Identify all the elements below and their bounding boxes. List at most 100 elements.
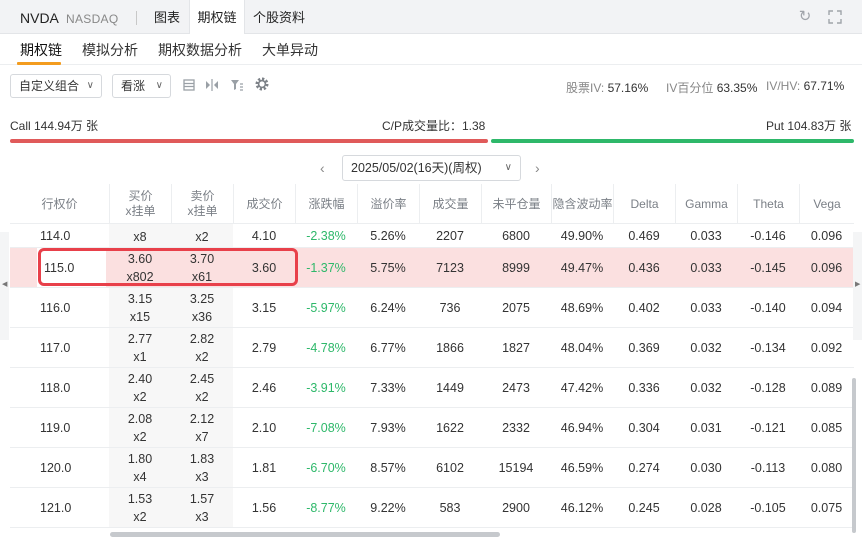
- table-header: 行权价 买价 x挂单 卖价 x挂单 成交价 涨跌幅 溢价率 成交量 未平仓量 隐含波…: [10, 184, 854, 224]
- refresh-icon[interactable]: ↻: [797, 9, 813, 25]
- gamma-cell: 0.030: [690, 460, 722, 475]
- change-cell: -6.70%: [306, 460, 346, 475]
- gamma-cell: 0.033: [690, 260, 722, 275]
- col-volume[interactable]: 成交量: [419, 184, 481, 224]
- vega-cell: 0.092: [810, 340, 843, 355]
- change-cell: -4.78%: [306, 340, 346, 355]
- table-row[interactable]: 118.0 2.40 x2 2.45 x2 2.46 -3.91% 7.33% 1449 2473…: [10, 368, 854, 408]
- sub-tabs: 期权链 模拟分析 期权数据分析 大单异动: [0, 34, 862, 65]
- volume-cell: 2207: [436, 228, 464, 243]
- delta-cell: 0.304: [628, 420, 660, 435]
- col-bid[interactable]: 买价 x挂单: [109, 184, 171, 224]
- divider: [136, 11, 137, 25]
- gear-icon[interactable]: [254, 76, 269, 91]
- fullscreen-icon[interactable]: [827, 9, 843, 25]
- volume-cell: 7123: [436, 260, 464, 275]
- expiry-select[interactable]: 2025/05/02(16天)(周权) ∨: [342, 155, 521, 181]
- vega-cell: 0.089: [810, 380, 843, 395]
- price-value: 1.83: [189, 451, 215, 466]
- col-delta[interactable]: Delta: [613, 184, 675, 224]
- list-icon[interactable]: [182, 78, 196, 92]
- iv-cell: 49.47%: [560, 260, 604, 275]
- tab-option-chain[interactable]: 期权链: [189, 0, 245, 34]
- triangle-right-icon: ▶: [855, 281, 861, 288]
- vega-cell: 0.085: [810, 420, 843, 435]
- table-row[interactable]: 119.0 2.08 x2 2.12 x7 2.10 -7.08% 7.93% 1622 2332…: [10, 408, 854, 448]
- next-expiry-arrow[interactable]: ›: [535, 160, 540, 176]
- open-interest-cell: 15194: [498, 460, 534, 475]
- size-value: x3: [195, 469, 209, 484]
- size-value: x36: [191, 309, 213, 324]
- table-row[interactable]: 121.0 1.53 x2 1.57 x3 1.56 -8.77% 9.22% 583 2900 4…: [10, 488, 854, 528]
- triangle-left-icon: ◀: [2, 281, 8, 288]
- change-cell: -1.37%: [306, 260, 346, 275]
- horizontal-scrollbar[interactable]: [110, 532, 500, 537]
- subtab-option-chain[interactable]: 期权链: [20, 40, 62, 60]
- price-value: 2.12: [189, 411, 215, 426]
- col-change[interactable]: 涨跌幅: [295, 184, 357, 224]
- ask-cell: 1.83 x3: [171, 448, 233, 487]
- size-value: x2: [195, 230, 209, 244]
- col-vega[interactable]: Vega: [799, 184, 854, 224]
- col-premium[interactable]: 溢价率: [357, 184, 419, 224]
- price-value: 3.15: [127, 291, 153, 306]
- table-row[interactable]: 116.0 3.15 x15 3.25 x36 3.15 -5.97% 6.24% 736 207…: [10, 288, 854, 328]
- iv-cell: 48.04%: [560, 340, 604, 355]
- strike-cell: 119.0: [40, 420, 71, 435]
- volume-cell: 1622: [436, 420, 464, 435]
- left-collapse-handle[interactable]: ◀: [0, 232, 9, 340]
- subtab-block-trades[interactable]: 大单异动: [262, 40, 318, 60]
- strike-cell: 118.0: [40, 380, 71, 395]
- open-interest-cell: 2900: [502, 500, 530, 515]
- col-iv[interactable]: 隐含波动率: [551, 184, 613, 224]
- ticker-symbol: NVDA: [20, 10, 59, 26]
- bid-cell: 2.40 x2: [109, 368, 171, 407]
- filter-icon[interactable]: [230, 78, 244, 92]
- exchange-label: NASDAQ: [66, 12, 119, 26]
- delta-cell: 0.402: [628, 300, 660, 315]
- col-theta[interactable]: Theta: [737, 184, 799, 224]
- table-row[interactable]: 120.0 1.80 x4 1.83 x3 1.81 -6.70% 8.57% 6102 1519…: [10, 448, 854, 488]
- vertical-scrollbar[interactable]: [852, 378, 856, 533]
- tab-chart[interactable]: 图表: [145, 0, 189, 34]
- size-value: x7: [195, 429, 209, 444]
- change-cell: -7.08%: [306, 420, 346, 435]
- col-ask[interactable]: 卖价 x挂单: [171, 184, 233, 224]
- table-row[interactable]: 117.0 2.77 x1 2.82 x2 2.79 -4.78% 6.77% 1866 1827…: [10, 328, 854, 368]
- ivpct-label: IV百分位: [666, 81, 714, 95]
- bid-cell: 3.15 x15: [109, 288, 171, 327]
- col-last[interactable]: 成交价: [233, 184, 295, 224]
- active-tab-indicator: [17, 62, 61, 65]
- ivhv-label: IV/HV:: [766, 79, 801, 93]
- subtab-simulation[interactable]: 模拟分析: [82, 40, 138, 60]
- tab-profile[interactable]: 个股资料: [245, 0, 313, 34]
- col-gamma[interactable]: Gamma: [675, 184, 737, 224]
- col-strike[interactable]: 行权价: [10, 184, 109, 224]
- table-row[interactable]: 114.0 4.10x84.15x2 4.10 -2.38% 5.26% 2207 6800…: [10, 224, 854, 248]
- ask-cell: 1.57 x3: [171, 488, 233, 527]
- ivhv-value: 67.71%: [803, 79, 845, 93]
- delta-cell: 0.436: [628, 260, 660, 275]
- last-price-cell: 1.56: [251, 500, 277, 515]
- ask-cell: 2.45 x2: [171, 368, 233, 407]
- volume-cell: 583: [439, 500, 461, 515]
- iv-value: 57.16%: [607, 81, 649, 95]
- theta-cell: -0.145: [750, 260, 786, 275]
- size-value: x2: [133, 509, 147, 524]
- delta-cell: 0.274: [628, 460, 660, 475]
- volume-cell: 6102: [436, 460, 464, 475]
- iv-cell: 46.59%: [560, 460, 604, 475]
- premium-cell: 5.75%: [370, 260, 406, 275]
- theta-cell: -0.134: [750, 340, 786, 355]
- col-open-interest[interactable]: 未平仓量: [481, 184, 551, 224]
- prev-expiry-arrow[interactable]: ‹: [320, 160, 325, 176]
- strike-center-icon[interactable]: [205, 78, 219, 92]
- price-value: 2.45: [189, 371, 215, 386]
- combo-dropdown[interactable]: 自定义组合 ∨: [10, 74, 102, 98]
- bid-cell: 4.10x8: [109, 224, 171, 247]
- right-collapse-handle[interactable]: ▶: [853, 232, 862, 340]
- direction-dropdown[interactable]: 看涨 ∨: [112, 74, 171, 98]
- subtab-option-data[interactable]: 期权数据分析: [158, 40, 242, 60]
- size-value: x2: [133, 429, 147, 444]
- volume-cell: 1866: [436, 340, 464, 355]
